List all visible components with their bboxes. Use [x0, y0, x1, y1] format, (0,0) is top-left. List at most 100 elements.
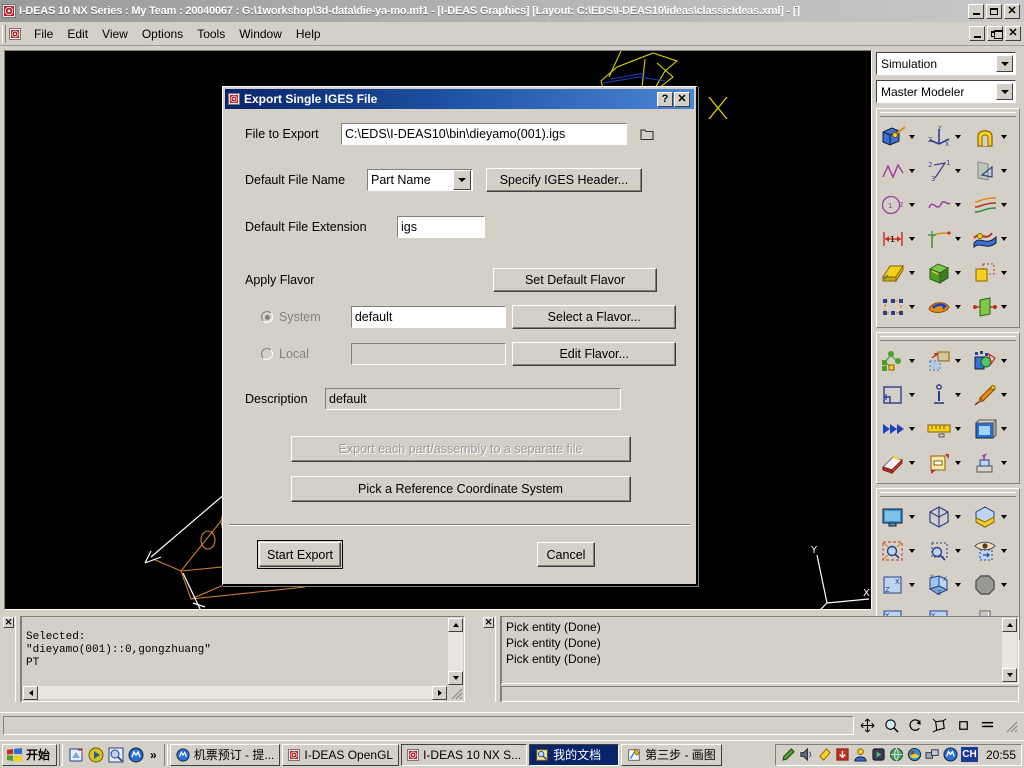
tool-appearance-brush[interactable] [970, 378, 1016, 412]
chevron-down-icon[interactable] [909, 237, 915, 241]
application-selector[interactable]: Simulation [876, 52, 1016, 75]
fit-view-icon[interactable] [932, 718, 947, 733]
ime-ch-icon[interactable]: CH [960, 747, 978, 762]
chevron-down-icon[interactable] [955, 305, 961, 309]
chevron-down-icon[interactable] [955, 549, 961, 553]
chevron-down-icon[interactable] [1001, 237, 1007, 241]
task-button-my-documents[interactable]: 我的文档 [529, 743, 620, 766]
maximize-button[interactable] [986, 3, 1002, 19]
set-default-flavor-button[interactable]: Set Default Flavor [493, 268, 657, 292]
flavor-system-radio[interactable] [261, 311, 273, 323]
tool-workplane-axes[interactable]: YZ X [924, 120, 970, 154]
list-lines-icon[interactable] [980, 718, 995, 733]
tool-join-surface[interactable] [970, 222, 1016, 256]
tool-sweep[interactable] [970, 290, 1016, 324]
tool-front-view[interactable]: XZ [878, 568, 924, 602]
chevron-down-icon[interactable] [1001, 305, 1007, 309]
download-tray-icon[interactable] [835, 747, 850, 762]
folder-browse-icon[interactable] [640, 128, 654, 141]
prompt-input-field[interactable] [501, 686, 1019, 702]
menu-item-help[interactable]: Help [289, 25, 328, 43]
chevron-down-icon[interactable] [955, 461, 961, 465]
rotate-icon[interactable] [908, 718, 923, 733]
edit-flavor-button[interactable]: Edit Flavor... [512, 342, 676, 366]
panel-drag-grip[interactable] [880, 112, 1016, 117]
tool-isometric-view[interactable]: Y XZ [924, 568, 970, 602]
pen-tray-icon[interactable] [781, 747, 796, 762]
chevron-down-icon[interactable] [1001, 203, 1007, 207]
chevron-down-icon[interactable] [955, 583, 961, 587]
cancel-button[interactable]: Cancel [537, 542, 595, 567]
dialog-close-button[interactable]: ✕ [674, 91, 690, 107]
specify-iges-header-button[interactable]: Specify IGES Header... [486, 168, 642, 192]
pan-move-icon[interactable] [860, 718, 875, 733]
minimize-button[interactable] [968, 3, 984, 19]
panel-drag-grip[interactable] [880, 336, 1016, 341]
chevron-down-icon[interactable] [955, 169, 961, 173]
chevron-down-icon[interactable] [1001, 271, 1007, 275]
tool-section-profile[interactable] [970, 120, 1016, 154]
file-to-export-input[interactable]: C:\EDS\I-DEAS10\bin\dieyamo(001).igs [341, 123, 627, 145]
help-button[interactable]: ? [657, 91, 673, 107]
chevron-down-icon[interactable] [909, 515, 915, 519]
tool-zoom-all[interactable] [878, 534, 924, 568]
chevron-down-icon[interactable] [909, 305, 915, 309]
globe-tray-icon[interactable] [889, 747, 904, 762]
yellow-tray-icon[interactable] [817, 747, 832, 762]
resize-grip-icon[interactable] [449, 686, 463, 700]
scroll-track[interactable] [38, 686, 432, 699]
task-button-flight-booking[interactable]: 机票预订 - 提... [169, 743, 281, 766]
tool-view-visibility[interactable] [970, 534, 1016, 568]
network-tray-icon[interactable] [925, 747, 940, 762]
tool-polyline[interactable] [878, 154, 924, 188]
scroll-track[interactable] [448, 632, 463, 671]
chevron-down-icon[interactable] [909, 583, 915, 587]
resize-grip-icon[interactable] [1004, 719, 1018, 733]
chevron-down-icon[interactable] [1001, 583, 1007, 587]
menu-item-view[interactable]: View [95, 25, 135, 43]
tool-wireframe-cube[interactable] [924, 500, 970, 534]
chevron-down-icon[interactable] [1001, 393, 1007, 397]
chevron-down-icon[interactable] [955, 393, 961, 397]
tool-stop-octagon[interactable] [970, 568, 1016, 602]
chevron-down-icon[interactable] [955, 359, 961, 363]
select-a-flavor-button[interactable]: Select a Flavor... [512, 305, 676, 329]
chevron-down-icon[interactable] [955, 427, 961, 431]
scroll-track[interactable] [1002, 632, 1017, 668]
task-selector-dropdown[interactable] [996, 83, 1013, 100]
panel-drag-grip[interactable] [880, 492, 1016, 497]
chevron-down-icon[interactable] [909, 393, 915, 397]
task-button-paint[interactable]: 第三步 - 画图 [621, 743, 722, 766]
pick-reference-coordinate-system-button[interactable]: Pick a Reference Coordinate System [290, 476, 631, 502]
msn-icon[interactable] [128, 747, 144, 763]
tool-put-away[interactable] [970, 446, 1016, 480]
menu-item-edit[interactable]: Edit [60, 25, 95, 43]
tool-offset-curve[interactable] [970, 188, 1016, 222]
tool-capture-image[interactable] [970, 412, 1016, 446]
tool-sketch-plane[interactable] [970, 154, 1016, 188]
zoom-magnifier-icon[interactable] [884, 718, 899, 733]
chevron-down-icon[interactable] [909, 135, 915, 139]
chevron-down-icon[interactable] [909, 169, 915, 173]
chevron-down-icon[interactable] [955, 515, 961, 519]
flavor-local-input[interactable] [350, 343, 507, 365]
chevron-down-icon[interactable] [955, 237, 961, 241]
tool-extrude-solid[interactable] [878, 256, 924, 290]
task-button-ideas-opengl[interactable]: I-DEAS OpenGL [282, 743, 400, 766]
tool-cut-solid[interactable] [970, 256, 1016, 290]
tool-extrude[interactable] [878, 120, 924, 154]
chevron-down-icon[interactable] [955, 271, 961, 275]
tool-erase[interactable] [878, 446, 924, 480]
start-button[interactable]: 开始 [2, 743, 58, 766]
tool-shaded-cube[interactable] [970, 500, 1016, 534]
start-export-button[interactable]: Start Export [257, 540, 343, 569]
task-selector[interactable]: Master Modeler [876, 80, 1016, 103]
tool-polyline-points[interactable]: 2 1 3 [924, 154, 970, 188]
tool-move-entity[interactable] [924, 344, 970, 378]
close-icon[interactable]: ✕ [483, 617, 494, 628]
horizontal-scrollbar[interactable] [23, 685, 447, 700]
description-input[interactable]: default [325, 388, 621, 410]
tool-assembly-hierarchy[interactable] [878, 344, 924, 378]
flavor-system-input[interactable]: default [350, 306, 507, 328]
chevron-down-icon[interactable] [1001, 427, 1007, 431]
